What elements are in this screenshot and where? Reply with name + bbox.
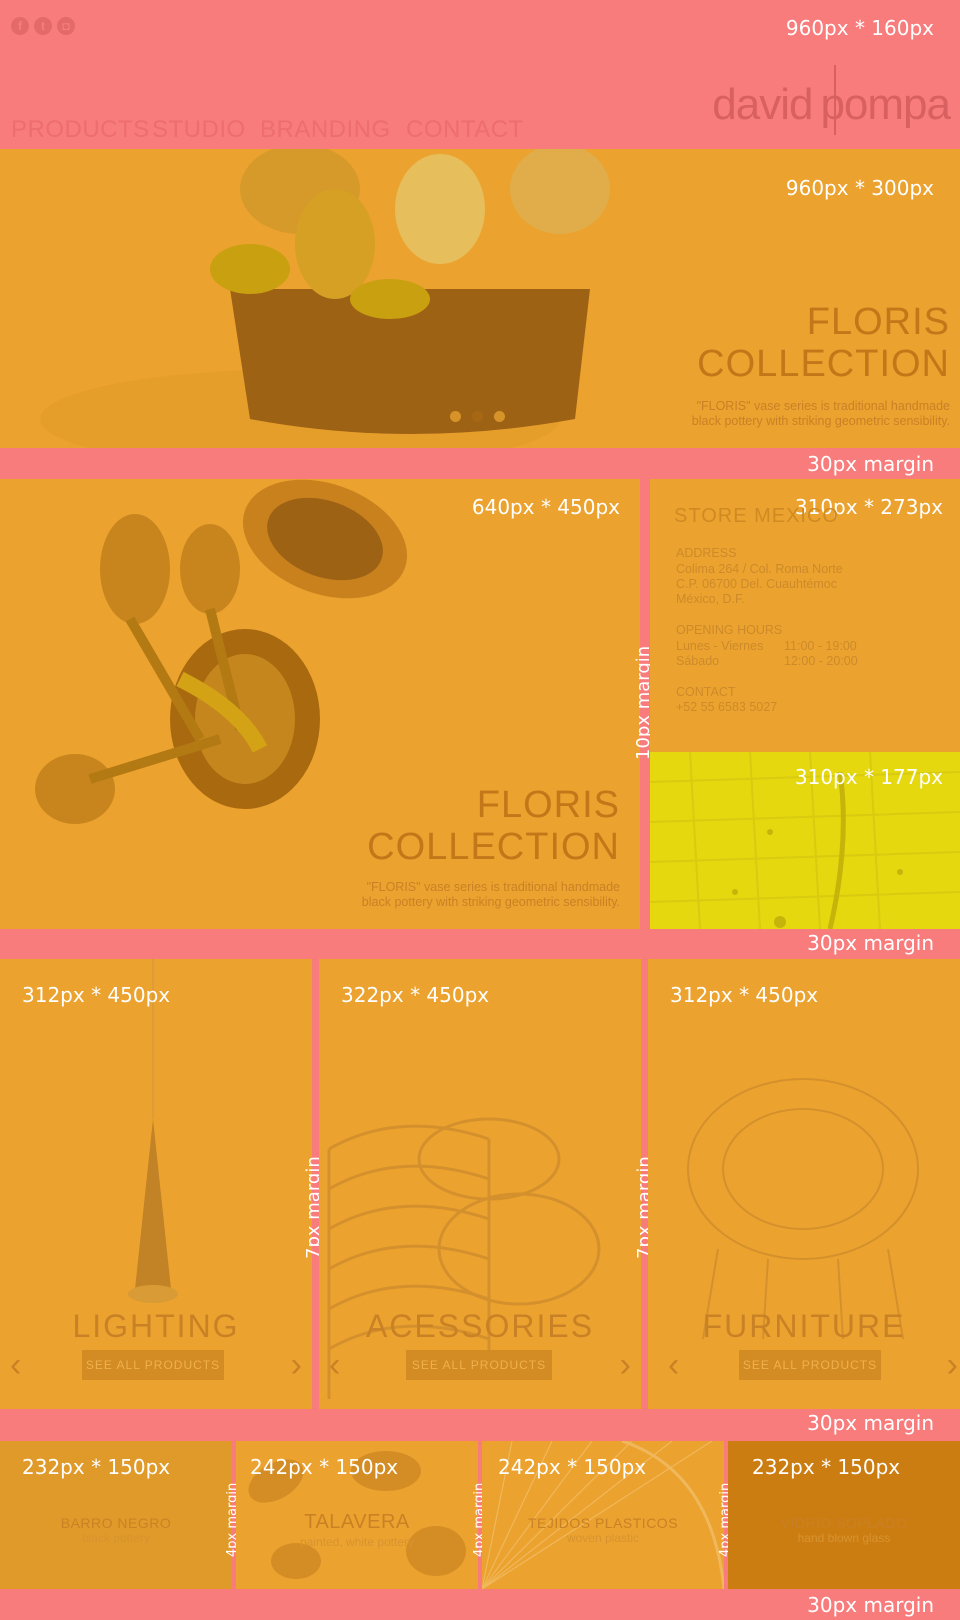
category-accessories-prev-arrow[interactable]: ‹ (329, 1348, 340, 1382)
feature-title-line2: COLLECTION (367, 826, 620, 868)
hours-day-1: Lunes - Viernes (676, 639, 764, 653)
slide-dot-3[interactable] (494, 411, 505, 422)
thumb-vidrio-soplado[interactable]: 232px * 150px VIDRIO SOPLADO hand blown … (728, 1441, 960, 1589)
feature-panel[interactable]: 640px * 450px FLORIS COLLECTION "FLORIS"… (0, 479, 640, 929)
category-furniture-dimension-label: 312px * 450px (670, 983, 819, 1007)
category-lighting-dimension-label: 312px * 450px (22, 983, 171, 1007)
feature-description: "FLORIS" vase series is traditional hand… (362, 880, 620, 910)
hours-time-2: 12:00 - 20:00 (784, 654, 858, 668)
contact-phone[interactable]: +52 55 6583 5027 (676, 700, 777, 715)
category-accessories-next-arrow[interactable]: › (620, 1348, 631, 1382)
thumb-tejidos-plasticos[interactable]: 242px * 150px TEJIDOS PLASTICOS woven pl… (482, 1441, 724, 1589)
category-accessories-title: ACESSORIES (365, 1308, 595, 1344)
hours-time-1: 11:00 - 19:00 (784, 639, 857, 653)
store-heading: STORE MEXICO (674, 505, 839, 527)
category-lighting-see-all-button[interactable]: SEE ALL PRODUCTS (82, 1350, 224, 1380)
header-dimension-label: 960px * 160px (785, 16, 934, 40)
thumb-tejidos-plasticos-dimension-label: 242px * 150px (498, 1455, 647, 1479)
nav-studio[interactable]: STUDIO (152, 116, 246, 144)
category-lighting[interactable]: 312px * 450px LIGHTING SEE ALL PRODUCTS … (0, 959, 312, 1409)
thumb-barro-negro-title: BARRO NEGRO (60, 1515, 172, 1531)
thumb-vidrio-soplado-dimension-label: 232px * 150px (752, 1455, 901, 1479)
store-map[interactable]: 310px * 177px (650, 752, 960, 929)
hours-label: OPENING HOURS (676, 623, 783, 637)
hero-title: FLORIS COLLECTION (697, 301, 950, 385)
store-panel: 310px * 273px STORE MEXICO ADDRESS Colim… (650, 479, 960, 752)
facebook-icon[interactable]: f (11, 17, 29, 35)
instagram-icon[interactable]: ◘ (57, 17, 75, 35)
twitter-icon[interactable]: t (34, 17, 52, 35)
slide-dot-2[interactable] (472, 411, 483, 422)
hero-slider[interactable]: 960px * 300px FLORIS COLLECTION "FLORIS"… (0, 149, 960, 448)
slide-dot-1[interactable] (450, 411, 461, 422)
hours-day-2: Sábado (676, 654, 720, 668)
hero-title-line1: FLORIS (806, 301, 950, 343)
address-line-1: Colima 264 / Col. Roma Norte (676, 562, 843, 576)
feature-title-line1: FLORIS (476, 784, 620, 826)
hero-desc-line2: black pottery with striking geometric se… (691, 414, 950, 428)
thumb-talavera[interactable]: 242px * 150px TALAVERA painted, white po… (236, 1441, 478, 1589)
contact-label: CONTACT (676, 685, 736, 699)
thumb-talavera-title: TALAVERA (304, 1511, 410, 1533)
logo-right: pompa (820, 80, 951, 129)
margin-label-30-3: 30px margin (807, 1411, 934, 1435)
nav-branding[interactable]: BRANDING (260, 116, 391, 144)
category-furniture-next-arrow[interactable]: › (947, 1348, 958, 1382)
logo[interactable]: david pompa (712, 80, 951, 130)
thumb-vidrio-soplado-title: VIDRIO SOPLADO (780, 1515, 908, 1531)
category-lighting-next-arrow[interactable]: › (291, 1348, 302, 1382)
thumb-talavera-dimension-label: 242px * 150px (250, 1455, 399, 1479)
category-lighting-prev-arrow[interactable]: ‹ (10, 1348, 21, 1382)
margin-label-30-1: 30px margin (807, 452, 934, 476)
margin-label-30-2: 30px margin (807, 931, 934, 955)
hero-dimension-label: 960px * 300px (785, 176, 934, 200)
address-line-3: México, D.F. (676, 592, 745, 606)
category-furniture-prev-arrow[interactable]: ‹ (668, 1348, 679, 1382)
map-dimension-label: 310px * 177px (794, 765, 943, 789)
category-furniture[interactable]: 312px * 450px FURNITURE SEE ALL PRODUCTS… (648, 959, 960, 1409)
feature-desc-line1: "FLORIS" vase series is traditional hand… (366, 880, 620, 894)
thumb-barro-negro-dimension-label: 232px * 150px (22, 1455, 171, 1479)
margin-label-30-4: 30px margin (807, 1593, 934, 1617)
feature-title: FLORIS COLLECTION (367, 784, 620, 868)
category-furniture-see-all-button[interactable]: SEE ALL PRODUCTS (739, 1350, 881, 1380)
thumb-talavera-subtitle: painted, white pottery (299, 1535, 415, 1549)
thumb-tejidos-plasticos-title: TEJIDOS PLASTICOS (527, 1515, 679, 1531)
thumb-tejidos-plasticos-subtitle: woven plastic (566, 1531, 640, 1545)
address-line-2: C.P. 06700 Del. Cuauhtémoc (676, 577, 837, 591)
address-label: ADDRESS (676, 546, 737, 560)
thumb-vidrio-soplado-subtitle: hand blown glass (797, 1531, 891, 1545)
category-furniture-title: FURNITURE (702, 1308, 906, 1344)
feature-desc-line2: black pottery with striking geometric se… (361, 895, 620, 909)
hero-title-line2: COLLECTION (697, 343, 950, 385)
category-accessories-see-all-button[interactable]: SEE ALL PRODUCTS (406, 1350, 552, 1380)
hero-desc-line1: "FLORIS" vase series is traditional hand… (696, 399, 950, 413)
logo-left: david (712, 80, 813, 129)
thumb-barro-negro-subtitle: black pottery (81, 1531, 151, 1545)
category-accessories-dimension-label: 322px * 450px (341, 983, 490, 1007)
category-accessories[interactable]: 322px * 450px ACESSORIES SEE ALL PRODUCT… (319, 959, 641, 1409)
feature-dimension-label: 640px * 450px (471, 495, 620, 519)
header: f t ◘ 960px * 160px david pompa PRODUCTS … (0, 0, 960, 148)
hero-description: "FLORIS" vase series is traditional hand… (692, 399, 950, 429)
nav-contact[interactable]: CONTACT (406, 116, 524, 144)
nav-products[interactable]: PRODUCTS (11, 116, 150, 144)
category-lighting-title: LIGHTING (72, 1308, 240, 1344)
thumb-barro-negro[interactable]: 232px * 150px BARRO NEGRO black pottery (0, 1441, 232, 1589)
